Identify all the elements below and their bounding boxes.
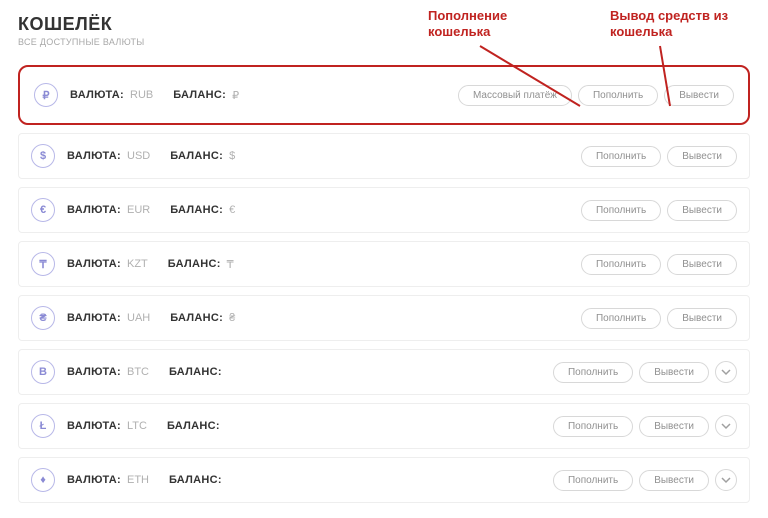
wallet-actions: Пополнить Вывести bbox=[581, 254, 737, 275]
deposit-button[interactable]: Пополнить bbox=[553, 470, 633, 491]
withdraw-button[interactable]: Вывести bbox=[667, 200, 737, 221]
withdraw-button[interactable]: Вывести bbox=[664, 85, 734, 106]
currency-label: ВАЛЮТА: bbox=[67, 366, 121, 378]
wallet-info: ВАЛЮТА: ETH БАЛАНС: bbox=[67, 474, 242, 486]
wallet-info: ВАЛЮТА: USD БАЛАНС: $ bbox=[67, 150, 249, 162]
wallet-info: ВАЛЮТА: RUB БАЛАНС: ₽ bbox=[70, 89, 253, 102]
page-subtitle: ВСЕ ДОСТУПНЫЕ ВАЛЮТЫ bbox=[18, 37, 750, 47]
wallet-info: ВАЛЮТА: UAH БАЛАНС: ₴ bbox=[67, 312, 249, 324]
currency-label: ВАЛЮТА: bbox=[67, 258, 121, 270]
chevron-down-icon bbox=[721, 475, 731, 485]
wallet-info: ВАЛЮТА: LTC БАЛАНС: bbox=[67, 420, 240, 432]
currency-code: UAH bbox=[127, 312, 150, 324]
currency-code: ETH bbox=[127, 474, 149, 486]
wallet-info: ВАЛЮТА: BTC БАЛАНС: bbox=[67, 366, 242, 378]
balance-label: БАЛАНС: bbox=[169, 366, 222, 378]
withdraw-button[interactable]: Вывести bbox=[667, 254, 737, 275]
withdraw-button[interactable]: Вывести bbox=[639, 470, 709, 491]
balance-label: БАЛАНС: bbox=[169, 474, 222, 486]
balance-label: БАЛАНС: bbox=[170, 204, 223, 216]
currency-label: ВАЛЮТА: bbox=[67, 150, 121, 162]
balance-label: БАЛАНС: bbox=[167, 420, 220, 432]
page-title: КОШЕЛЁК bbox=[18, 14, 750, 35]
wallet-row-usd: $ ВАЛЮТА: USD БАЛАНС: $ Пополнить Вывести bbox=[18, 133, 750, 179]
expand-button[interactable] bbox=[715, 469, 737, 491]
withdraw-button[interactable]: Вывести bbox=[639, 416, 709, 437]
balance-label: БАЛАНС: bbox=[173, 89, 226, 101]
wallet-row-btc: B ВАЛЮТА: BTC БАЛАНС: Пополнить Вывести bbox=[18, 349, 750, 395]
deposit-button[interactable]: Пополнить bbox=[581, 308, 661, 329]
currency-icon-eth: ♦ bbox=[31, 468, 55, 492]
balance-symbol: ₸ bbox=[227, 258, 234, 271]
balance-label: БАЛАНС: bbox=[170, 150, 223, 162]
deposit-button[interactable]: Пополнить bbox=[581, 146, 661, 167]
chevron-down-icon bbox=[721, 421, 731, 431]
deposit-button[interactable]: Пополнить bbox=[581, 200, 661, 221]
currency-label: ВАЛЮТА: bbox=[67, 204, 121, 216]
withdraw-button[interactable]: Вывести bbox=[639, 362, 709, 383]
currency-icon-rub: ₽ bbox=[34, 83, 58, 107]
deposit-button[interactable]: Пополнить bbox=[578, 85, 658, 106]
wallet-row-eth: ♦ ВАЛЮТА: ETH БАЛАНС: Пополнить Вывести bbox=[18, 457, 750, 503]
balance-label: БАЛАНС: bbox=[170, 312, 223, 324]
currency-icon-usd: $ bbox=[31, 144, 55, 168]
wallet-row-kzt: ₸ ВАЛЮТА: KZT БАЛАНС: ₸ Пополнить Вывести bbox=[18, 241, 750, 287]
currency-code: LTC bbox=[127, 420, 147, 432]
currency-code: EUR bbox=[127, 204, 150, 216]
currency-icon-uah: ₴ bbox=[31, 306, 55, 330]
wallet-actions: Пополнить Вывести bbox=[581, 146, 737, 167]
deposit-button[interactable]: Пополнить bbox=[553, 416, 633, 437]
balance-symbol: ₴ bbox=[229, 312, 235, 324]
expand-button[interactable] bbox=[715, 415, 737, 437]
mass-payment-button[interactable]: Массовый платёж bbox=[458, 85, 572, 106]
currency-code: BTC bbox=[127, 366, 149, 378]
wallet-list: ₽ ВАЛЮТА: RUB БАЛАНС: ₽ Массовый платёж Пополн… bbox=[18, 65, 750, 503]
currency-icon-kzt: ₸ bbox=[31, 252, 55, 276]
expand-button[interactable] bbox=[715, 361, 737, 383]
wallet-actions: Пополнить Вывести bbox=[581, 200, 737, 221]
wallet-actions: Пополнить Вывести bbox=[581, 308, 737, 329]
wallet-actions: Массовый платёж Пополнить Вывести bbox=[458, 85, 734, 106]
deposit-button[interactable]: Пополнить bbox=[581, 254, 661, 275]
currency-code: RUB bbox=[130, 89, 153, 101]
currency-icon-eur: € bbox=[31, 198, 55, 222]
wallet-info: ВАЛЮТА: KZT БАЛАНС: ₸ bbox=[67, 258, 248, 271]
wallet-row-eur: € ВАЛЮТА: EUR БАЛАНС: € Пополнить Вывести bbox=[18, 187, 750, 233]
currency-label: ВАЛЮТА: bbox=[67, 420, 121, 432]
wallet-row-ltc: Ł ВАЛЮТА: LTC БАЛАНС: Пополнить Вывести bbox=[18, 403, 750, 449]
wallet-row-uah: ₴ ВАЛЮТА: UAH БАЛАНС: ₴ Пополнить Вывести bbox=[18, 295, 750, 341]
page-header: КОШЕЛЁК ВСЕ ДОСТУПНЫЕ ВАЛЮТЫ bbox=[18, 14, 750, 47]
balance-symbol: € bbox=[229, 204, 235, 216]
wallet-actions: Пополнить Вывести bbox=[553, 361, 737, 383]
currency-label: ВАЛЮТА: bbox=[67, 474, 121, 486]
currency-icon-btc: B bbox=[31, 360, 55, 384]
deposit-button[interactable]: Пополнить bbox=[553, 362, 633, 383]
wallet-row-rub: ₽ ВАЛЮТА: RUB БАЛАНС: ₽ Массовый платёж Пополн… bbox=[18, 65, 750, 125]
currency-code: USD bbox=[127, 150, 150, 162]
wallet-info: ВАЛЮТА: EUR БАЛАНС: € bbox=[67, 204, 249, 216]
balance-symbol: ₽ bbox=[232, 89, 239, 102]
wallet-actions: Пополнить Вывести bbox=[553, 469, 737, 491]
currency-label: ВАЛЮТА: bbox=[70, 89, 124, 101]
currency-icon-ltc: Ł bbox=[31, 414, 55, 438]
currency-code: KZT bbox=[127, 258, 148, 270]
wallet-actions: Пополнить Вывести bbox=[553, 415, 737, 437]
currency-label: ВАЛЮТА: bbox=[67, 312, 121, 324]
chevron-down-icon bbox=[721, 367, 731, 377]
withdraw-button[interactable]: Вывести bbox=[667, 146, 737, 167]
withdraw-button[interactable]: Вывести bbox=[667, 308, 737, 329]
balance-label: БАЛАНС: bbox=[168, 258, 221, 270]
balance-symbol: $ bbox=[229, 150, 235, 162]
